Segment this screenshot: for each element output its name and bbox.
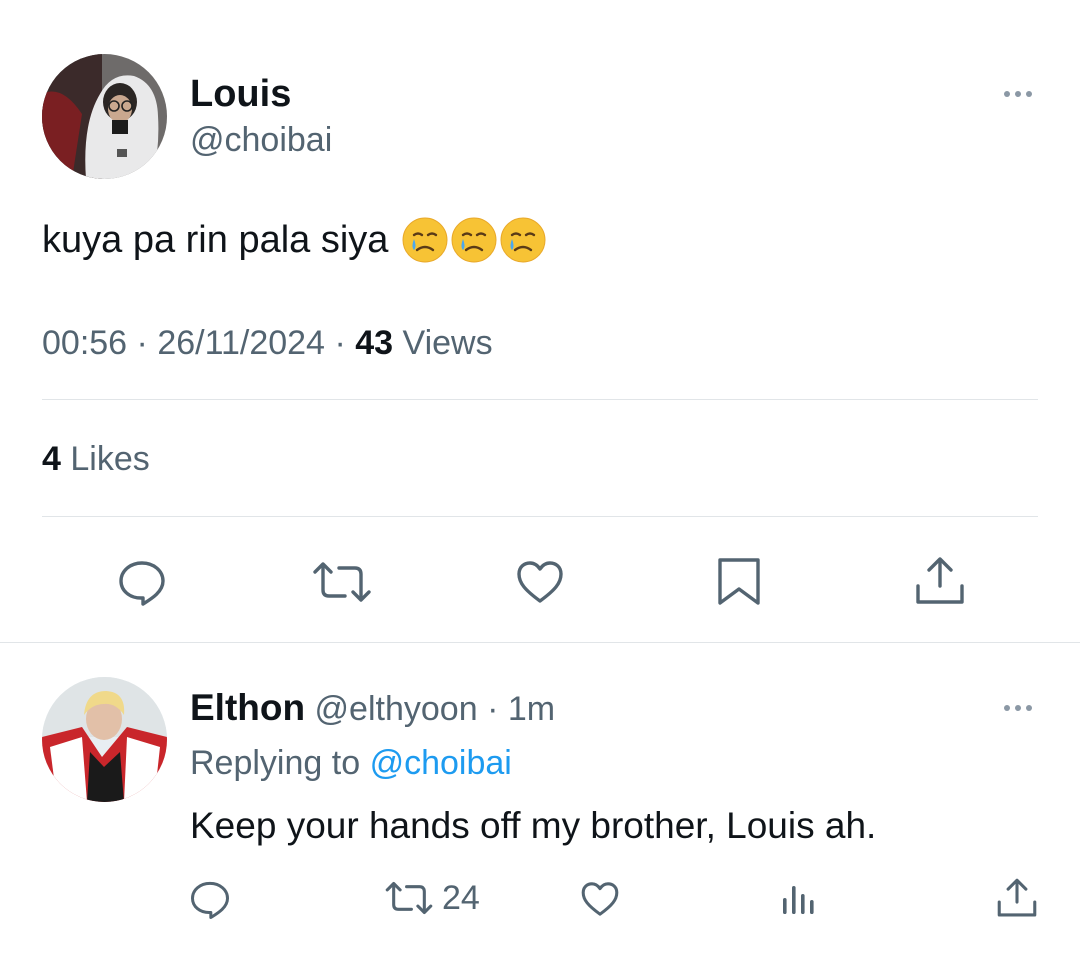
- reply-text: Keep your hands off my brother, Louis ah…: [190, 805, 877, 846]
- tweet-date[interactable]: 26/11/2024: [157, 324, 325, 362]
- crying-face-emoji: [451, 217, 497, 263]
- tweet-text-row: kuya pa rin pala siya: [42, 214, 546, 266]
- crying-face-emoji: [402, 217, 448, 263]
- meta-separator: ·: [334, 324, 346, 362]
- author-handle[interactable]: @choibai: [190, 120, 332, 160]
- like-icon[interactable]: [515, 559, 565, 605]
- like-icon[interactable]: [580, 880, 620, 918]
- author-name[interactable]: Louis: [190, 72, 291, 116]
- reply-more-options-icon[interactable]: [1004, 705, 1032, 711]
- author-avatar[interactable]: [42, 54, 167, 179]
- likes-label: Likes: [70, 440, 150, 478]
- likes-stat[interactable]: 4 Likes: [42, 438, 150, 480]
- reply-icon[interactable]: [117, 559, 167, 607]
- tweet-meta: 00:56 · 26/11/2024 · 43 Views: [42, 322, 493, 364]
- share-icon[interactable]: [914, 556, 966, 606]
- reply-time[interactable]: 1m: [508, 690, 555, 728]
- bookmark-icon[interactable]: [716, 557, 762, 607]
- reply-icon[interactable]: [189, 880, 231, 920]
- reply-author-handle[interactable]: @elthyoon: [315, 690, 478, 728]
- replying-to-label: Replying to: [190, 744, 361, 782]
- meta-separator: ·: [487, 690, 499, 728]
- retweet-count: 24: [442, 879, 480, 917]
- section-divider: [0, 642, 1080, 643]
- tweet-time[interactable]: 00:56: [42, 324, 127, 362]
- retweet-icon[interactable]: [311, 560, 373, 604]
- tweet-text: kuya pa rin pala siya: [42, 219, 389, 261]
- more-options-icon[interactable]: [1004, 91, 1032, 97]
- reply-author-avatar[interactable]: [42, 677, 167, 802]
- divider: [42, 399, 1038, 400]
- retweet-action[interactable]: 24: [384, 878, 480, 918]
- crying-face-emoji: [500, 217, 546, 263]
- views-count: 43: [355, 324, 394, 362]
- likes-count: 4: [42, 440, 61, 478]
- divider: [42, 516, 1038, 517]
- replying-to: Replying to @choibai: [190, 741, 512, 785]
- retweet-icon: [384, 880, 434, 916]
- replying-to-handle[interactable]: @choibai: [370, 744, 512, 782]
- emoji-group: [402, 217, 546, 263]
- reply-author-name[interactable]: Elthon: [190, 687, 305, 728]
- reply-header: Elthon @elthyoon · 1m: [190, 686, 555, 731]
- meta-separator: ·: [136, 324, 148, 362]
- share-icon[interactable]: [996, 877, 1038, 919]
- views-label: Views: [402, 324, 493, 362]
- analytics-icon[interactable]: [780, 880, 816, 916]
